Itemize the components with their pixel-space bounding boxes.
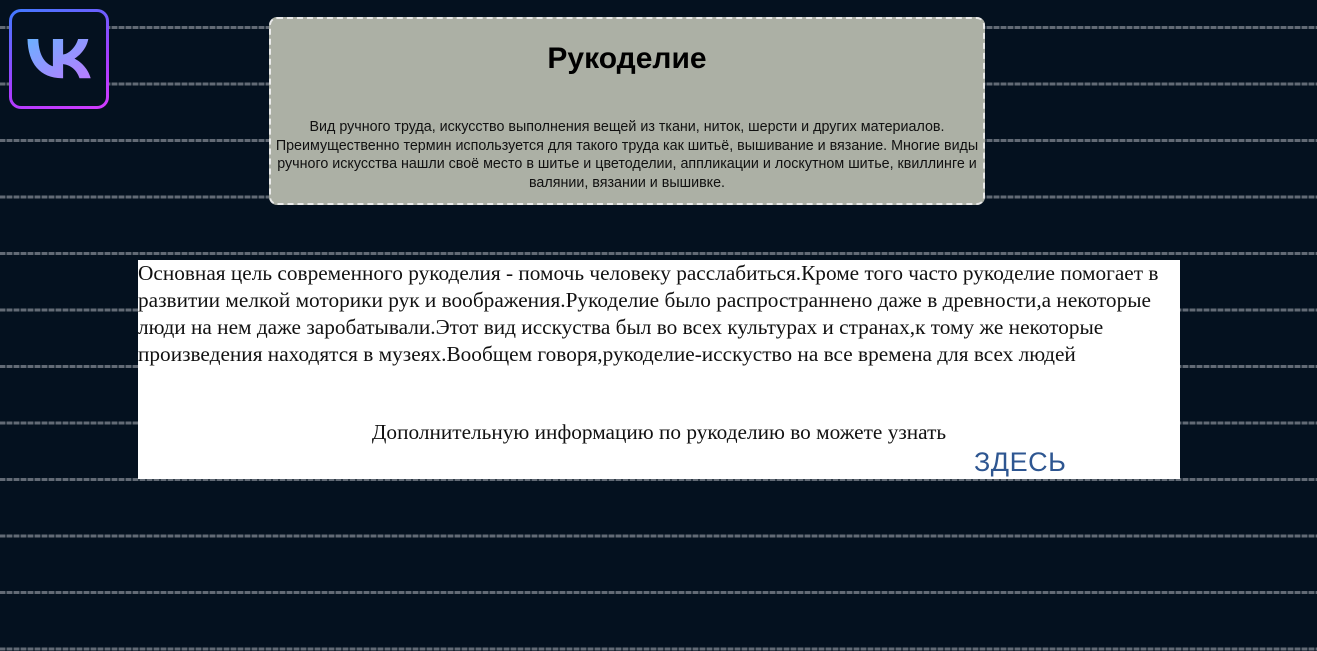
vk-logo-icon	[27, 39, 91, 79]
header-description: Вид ручного труда, искусство выполнения …	[275, 119, 979, 191]
vk-logo-link[interactable]	[9, 9, 109, 109]
content-paragraph: Основная цель современного рукоделия - п…	[138, 261, 1159, 366]
here-link[interactable]: ЗДЕСЬ	[974, 447, 1066, 477]
page-title: Рукоделие	[547, 42, 707, 75]
header-card: Рукоделие Вид ручного труда, искусство в…	[269, 17, 985, 205]
more-info-text: Дополнительную информацию по рукоделию в…	[371, 420, 947, 444]
content-card: Основная цель современного рукоделия - п…	[138, 260, 1180, 479]
